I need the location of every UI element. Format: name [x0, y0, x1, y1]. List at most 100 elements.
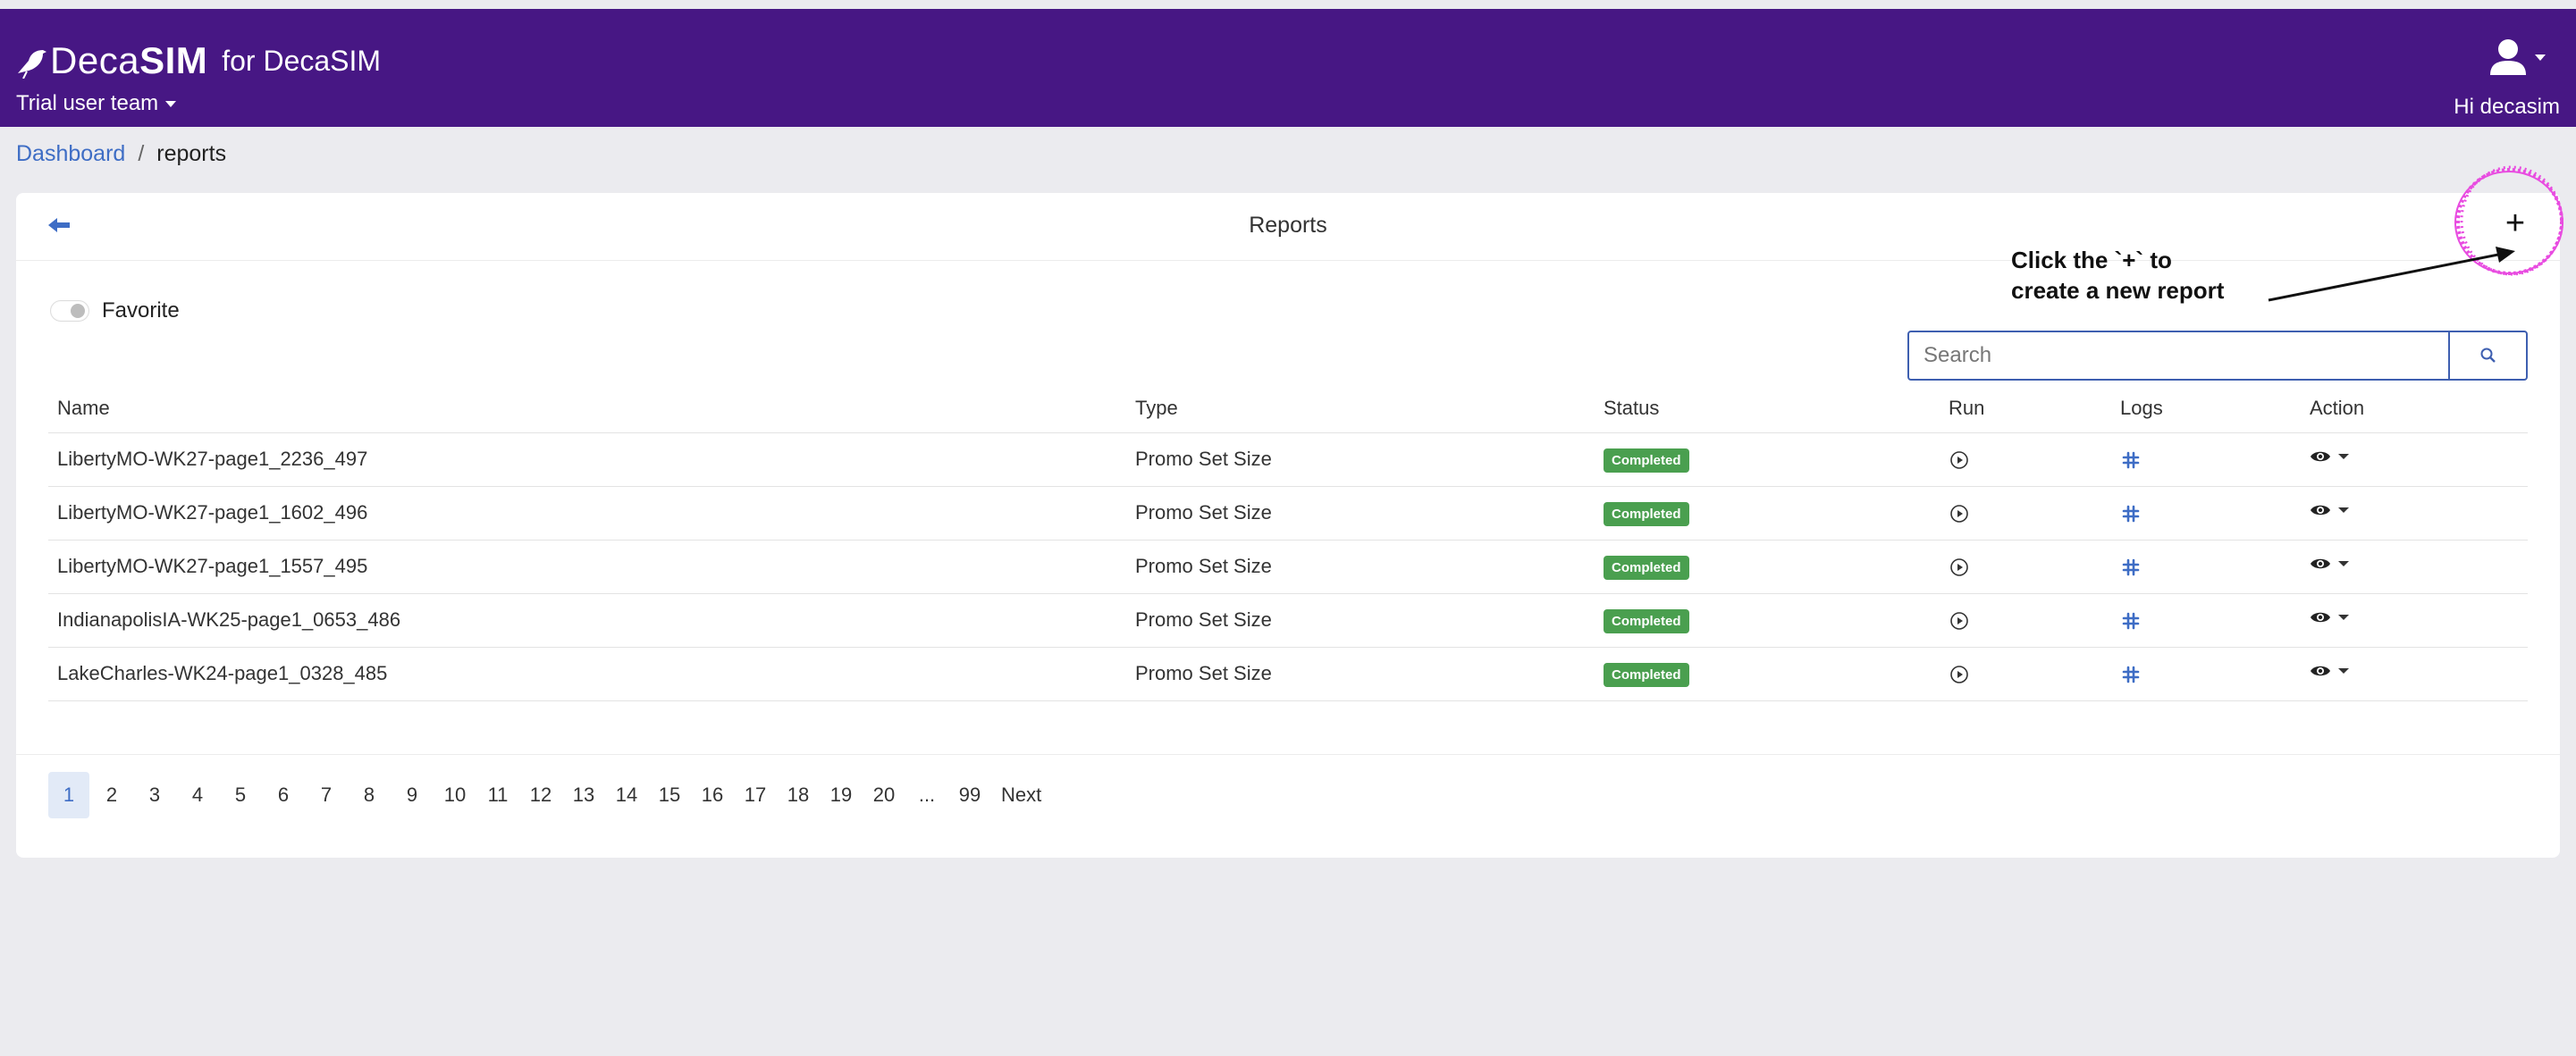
report-name[interactable]: IndianapolisIA-WK25-page1_0653_486: [48, 593, 1126, 648]
action-dropdown[interactable]: [2310, 446, 2349, 467]
status-badge: Completed: [1604, 662, 1689, 687]
report-name[interactable]: LakeCharles-WK24-page1_0328_485: [48, 647, 1126, 701]
page-19-button[interactable]: 19: [821, 772, 862, 818]
chevron-down-icon: [2338, 454, 2349, 459]
team-label: Trial user team: [16, 91, 159, 115]
logs-cell: [2111, 647, 2301, 701]
eye-icon: [2311, 612, 2330, 623]
breadcrumb-dashboard-link[interactable]: Dashboard: [16, 141, 125, 167]
play-circle-icon[interactable]: [1949, 449, 1970, 471]
report-type: Promo Set Size: [1126, 486, 1595, 541]
page-8-button[interactable]: 8: [349, 772, 390, 818]
user-avatar-icon: [2490, 39, 2526, 75]
report-type: Promo Set Size: [1126, 593, 1595, 648]
report-status: Completed: [1595, 647, 1940, 701]
breadcrumb-separator: /: [138, 141, 145, 166]
column-header-status[interactable]: Status: [1595, 384, 1940, 433]
action-cell: [2301, 593, 2528, 648]
slack-hash-icon[interactable]: [2120, 557, 2142, 578]
card-footer-divider: [16, 754, 2560, 755]
page-1-button[interactable]: 1: [48, 772, 89, 818]
logs-cell: [2111, 540, 2301, 594]
breadcrumb-current: reports: [156, 141, 227, 166]
run-cell: [1940, 486, 2111, 541]
page-10-button[interactable]: 10: [434, 772, 476, 818]
chevron-down-icon: [2338, 561, 2349, 566]
chevron-down-icon: [165, 100, 177, 107]
run-cell: [1940, 540, 2111, 594]
page-14-button[interactable]: 14: [606, 772, 647, 818]
run-cell: [1940, 593, 2111, 648]
column-header-run: Run: [1940, 384, 2111, 433]
page-title: Reports: [1249, 213, 1327, 238]
play-circle-icon[interactable]: [1949, 503, 1970, 524]
slack-hash-icon[interactable]: [2120, 664, 2142, 685]
report-name[interactable]: LibertyMO-WK27-page1_1602_496: [48, 486, 1126, 541]
play-circle-icon[interactable]: [1949, 610, 1970, 632]
reports-table: Name Type Status Run Logs Action Liberty…: [48, 384, 2528, 701]
table-row[interactable]: LakeCharles-WK24-page1_0328_485 Promo Se…: [48, 647, 2528, 701]
page-6-button[interactable]: 6: [263, 772, 304, 818]
page-11-button[interactable]: 11: [477, 772, 518, 818]
page-15-button[interactable]: 15: [649, 772, 690, 818]
report-name[interactable]: LibertyMO-WK27-page1_1557_495: [48, 540, 1126, 594]
page-2-button[interactable]: 2: [91, 772, 132, 818]
status-badge: Completed: [1604, 555, 1689, 580]
page-4-button[interactable]: 4: [177, 772, 218, 818]
column-header-name[interactable]: Name: [48, 384, 1126, 433]
slack-hash-icon[interactable]: [2120, 610, 2142, 632]
top-navbar: DecaSIM for DecaSIM Trial user team Hi d…: [0, 9, 2576, 127]
play-circle-icon[interactable]: [1949, 664, 1970, 685]
user-menu[interactable]: [2488, 38, 2546, 77]
action-dropdown[interactable]: [2310, 553, 2349, 574]
brand-suffix: for DecaSIM: [222, 44, 382, 77]
status-badge: Completed: [1604, 448, 1689, 473]
play-circle-icon[interactable]: [1949, 557, 1970, 578]
action-cell: [2301, 647, 2528, 701]
page-7-button[interactable]: 7: [306, 772, 347, 818]
page-16-button[interactable]: 16: [692, 772, 733, 818]
brand-name: DecaSIM: [50, 39, 208, 81]
search-button[interactable]: [2449, 331, 2528, 381]
bird-logo-icon: [18, 50, 46, 79]
page-3-button[interactable]: 3: [134, 772, 175, 818]
table-row[interactable]: LibertyMO-WK27-page1_1602_496 Promo Set …: [48, 486, 2528, 541]
table-row[interactable]: LibertyMO-WK27-page1_2236_497 Promo Set …: [48, 432, 2528, 487]
column-header-type[interactable]: Type: [1126, 384, 1595, 433]
page-9-button[interactable]: 9: [391, 772, 433, 818]
brand[interactable]: DecaSIM for DecaSIM: [16, 36, 381, 86]
page-99-button[interactable]: 99: [949, 772, 990, 818]
pagination-ellipsis: ...: [918, 784, 936, 806]
chevron-down-icon: [2338, 668, 2349, 674]
table-row[interactable]: IndianapolisIA-WK25-page1_0653_486 Promo…: [48, 593, 2528, 648]
slack-hash-icon[interactable]: [2120, 449, 2142, 471]
report-status: Completed: [1595, 593, 1940, 648]
action-dropdown[interactable]: [2310, 607, 2349, 628]
page-20-button[interactable]: 20: [863, 772, 905, 818]
slack-hash-icon[interactable]: [2120, 503, 2142, 524]
action-dropdown[interactable]: [2310, 499, 2349, 521]
favorite-filter: Favorite: [50, 298, 180, 323]
page-12-button[interactable]: 12: [520, 772, 561, 818]
page-13-button[interactable]: 13: [563, 772, 604, 818]
page-18-button[interactable]: 18: [778, 772, 819, 818]
team-dropdown[interactable]: Trial user team: [16, 91, 177, 116]
search-input[interactable]: [1907, 331, 2449, 381]
favorite-toggle[interactable]: [50, 300, 89, 322]
page-17-button[interactable]: 17: [735, 772, 776, 818]
report-type: Promo Set Size: [1126, 540, 1595, 594]
eye-icon: [2311, 451, 2330, 462]
chevron-down-icon: [2535, 54, 2546, 61]
pagination: 1 2 3 4 5 6 7 8 9 10 11 12 13 14 15 16 17 18 19 20... 99 Next: [48, 772, 1052, 818]
next-page-button[interactable]: Next: [992, 772, 1050, 818]
action-dropdown[interactable]: [2310, 660, 2349, 682]
table-row[interactable]: LibertyMO-WK27-page1_1557_495 Promo Set …: [48, 540, 2528, 594]
page-5-button[interactable]: 5: [220, 772, 261, 818]
chevron-down-icon: [2338, 507, 2349, 513]
report-type: Promo Set Size: [1126, 647, 1595, 701]
report-name[interactable]: LibertyMO-WK27-page1_2236_497: [48, 432, 1126, 487]
report-type: Promo Set Size: [1126, 432, 1595, 487]
search-icon: [2480, 348, 2496, 363]
action-cell: [2301, 540, 2528, 594]
breadcrumb: Dashboard / reports: [16, 141, 226, 167]
